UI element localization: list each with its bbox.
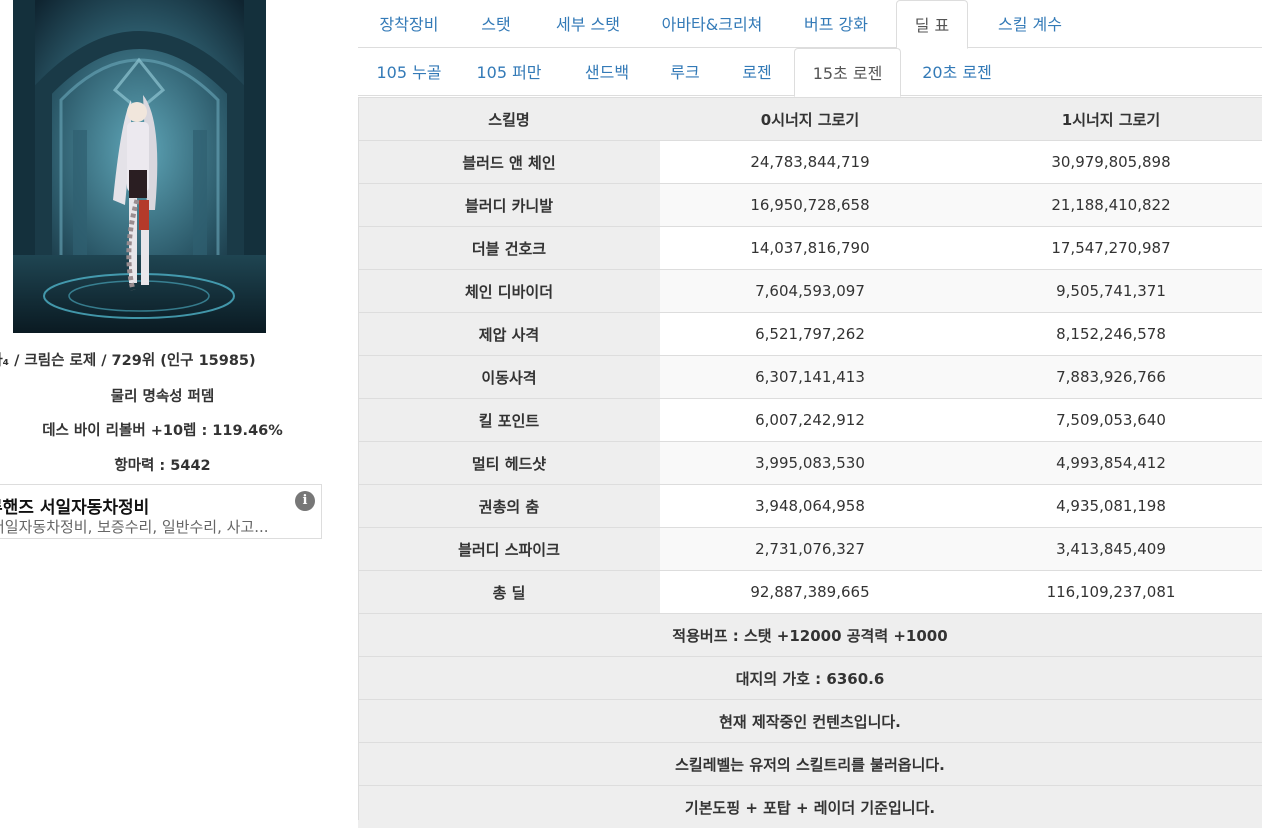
- info-icon[interactable]: i: [295, 491, 315, 511]
- damage-0-synergy: 14,037,816,790: [660, 227, 960, 270]
- tab-deal-table[interactable]: 딜 표: [896, 0, 968, 49]
- tab-15s-rosen[interactable]: 15초 로젠: [794, 48, 901, 97]
- damage-1-synergy: 4,993,854,412: [960, 442, 1262, 485]
- damage-0-synergy: 16,950,728,658: [660, 184, 960, 227]
- tab-sandbag[interactable]: 샌드백: [568, 48, 646, 96]
- sub-tab-bar: 105 누골 105 퍼만 샌드백 루크 로젠 15초 로젠 20초 로젠: [358, 48, 1262, 96]
- main-tab-bar: 장착장비 스탯 세부 스탯 아바타&크리쳐 버프 강화 딜 표 스킬 계수: [358, 0, 1262, 48]
- footer-row: 현재 제작중인 컨텐츠입니다.: [358, 700, 1262, 743]
- tab-equipment[interactable]: 장착장비: [366, 0, 452, 48]
- damage-0-synergy: 24,783,844,719: [660, 141, 960, 184]
- table-row: 블러디 카니발 16,950,728,658 21,188,410,822: [358, 184, 1262, 227]
- damage-1-synergy: 9,505,741,371: [960, 270, 1262, 313]
- applied-buff-note: 적용버프 : 스탯 +12000 공격력 +1000: [358, 614, 1262, 657]
- tab-105-nugol[interactable]: 105 누골: [366, 48, 452, 96]
- table-row: 체인 디바이더 7,604,593,097 9,505,741,371: [358, 270, 1262, 313]
- skill-name-cell: 체인 디바이더: [358, 270, 660, 313]
- table-left-border: [358, 97, 359, 820]
- damage-0-synergy: 7,604,593,097: [660, 270, 960, 313]
- weapon-info: 데스 바이 리볼버 +10렙 : 119.46%: [0, 419, 325, 440]
- damage-1-synergy: 30,979,805,898: [960, 141, 1262, 184]
- skill-name-cell: 블러디 카니발: [358, 184, 660, 227]
- damage-1-synergy: 21,188,410,822: [960, 184, 1262, 227]
- damage-1-synergy: 4,935,081,198: [960, 485, 1262, 528]
- resistance-value: 항마력 : 5442: [0, 454, 325, 475]
- damage-0-synergy: 6,521,797,262: [660, 313, 960, 356]
- ad-description[interactable]: 서일자동차정비, 보증수리, 일반수리, 사고...: [0, 516, 269, 537]
- table-row: 더블 건호크 14,037,816,790 17,547,270,987: [358, 227, 1262, 270]
- table-row: 권총의 춤 3,948,064,958 4,935,081,198: [358, 485, 1262, 528]
- tab-105-perman[interactable]: 105 퍼만: [466, 48, 552, 96]
- table-row: 킬 포인트 6,007,242,912 7,509,053,640: [358, 399, 1262, 442]
- footer-row: 기본도핑 + 포탑 + 레이더 기준입니다.: [358, 786, 1262, 828]
- damage-0-synergy: 3,948,064,958: [660, 485, 960, 528]
- skill-name-cell: 멀티 헤드샷: [358, 442, 660, 485]
- damage-0-synergy: 2,731,076,327: [660, 528, 960, 571]
- tab-20s-rosen[interactable]: 20초 로젠: [910, 48, 1004, 96]
- damage-0-synergy: 6,307,141,413: [660, 356, 960, 399]
- ad-title[interactable]: 루핸즈 서일자동차정비: [0, 493, 149, 518]
- damage-0-synergy: 6,007,242,912: [660, 399, 960, 442]
- deal-table: 스킬명 0시너지 그로기 1시너지 그로기 블러드 앤 체인 24,783,84…: [358, 97, 1262, 828]
- tab-detail-stats[interactable]: 세부 스탯: [540, 0, 636, 48]
- skill-name-cell: 제압 사격: [358, 313, 660, 356]
- earth-blessing-note: 대지의 가호 : 6360.6: [358, 657, 1262, 700]
- basis-note: 기본도핑 + 포탑 + 레이더 기준입니다.: [358, 786, 1262, 828]
- damage-1-synergy: 8,152,246,578: [960, 313, 1262, 356]
- table-row: 블러드 앤 체인 24,783,844,719 30,979,805,898: [358, 141, 1262, 184]
- total-row: 총 딜 92,887,389,665 116,109,237,081: [358, 571, 1262, 614]
- wip-note: 현재 제작중인 컨텐츠입니다.: [358, 700, 1262, 743]
- skill-level-note: 스킬레벨는 유저의 스킬트리를 불러옵니다.: [358, 743, 1262, 786]
- skill-name-cell: 이동사격: [358, 356, 660, 399]
- ad-banner[interactable]: 루핸즈 서일자동차정비 서일자동차정비, 보증수리, 일반수리, 사고... i: [0, 484, 322, 539]
- character-portrait: [13, 0, 266, 333]
- header-synergy-0: 0시너지 그로기: [660, 98, 960, 141]
- total-damage-0-synergy: 92,887,389,665: [660, 571, 960, 614]
- damage-0-synergy: 3,995,083,530: [660, 442, 960, 485]
- footer-row: 스킬레벨는 유저의 스킬트리를 불러옵니다.: [358, 743, 1262, 786]
- header-synergy-1: 1시너지 그로기: [960, 98, 1262, 141]
- tab-luke[interactable]: 루크: [660, 48, 710, 96]
- table-row: 멀티 헤드샷 3,995,083,530 4,993,854,412: [358, 442, 1262, 485]
- table-header-row: 스킬명 0시너지 그로기 1시너지 그로기: [358, 98, 1262, 141]
- character-panel: 루아₄ / 크림슨 로제 / 729위 (인구 15985) 물리 명속성 퍼뎀…: [0, 0, 345, 820]
- damage-1-synergy: 7,509,053,640: [960, 399, 1262, 442]
- damage-1-synergy: 7,883,926,766: [960, 356, 1262, 399]
- tab-avatar-creature[interactable]: 아바타&크리쳐: [650, 0, 774, 48]
- skill-name-cell: 블러디 스파이크: [358, 528, 660, 571]
- footer-row: 적용버프 : 스탯 +12000 공격력 +1000: [358, 614, 1262, 657]
- skill-name-cell: 킬 포인트: [358, 399, 660, 442]
- skill-name-cell: 더블 건호크: [358, 227, 660, 270]
- header-skill-name: 스킬명: [358, 98, 660, 141]
- table-row: 블러디 스파이크 2,731,076,327 3,413,845,409: [358, 528, 1262, 571]
- total-damage-1-synergy: 116,109,237,081: [960, 571, 1262, 614]
- table-row: 이동사격 6,307,141,413 7,883,926,766: [358, 356, 1262, 399]
- tab-stats[interactable]: 스탯: [466, 0, 526, 48]
- build-type: 물리 명속성 퍼뎀: [0, 385, 325, 406]
- character-portrait-image: [13, 0, 266, 333]
- skill-name-cell: 권총의 춤: [358, 485, 660, 528]
- skill-name-cell: 블러드 앤 체인: [358, 141, 660, 184]
- tab-skill-coefficient[interactable]: 스킬 계수: [982, 0, 1078, 48]
- tab-buff-enhance[interactable]: 버프 강화: [794, 0, 878, 48]
- damage-1-synergy: 3,413,845,409: [960, 528, 1262, 571]
- character-name-rank: 루아₄ / 크림슨 로제 / 729위 (인구 15985): [0, 349, 306, 370]
- damage-1-synergy: 17,547,270,987: [960, 227, 1262, 270]
- table-row: 제압 사격 6,521,797,262 8,152,246,578: [358, 313, 1262, 356]
- footer-row: 대지의 가호 : 6360.6: [358, 657, 1262, 700]
- tab-rosen[interactable]: 로젠: [726, 48, 788, 96]
- total-label: 총 딜: [358, 571, 660, 614]
